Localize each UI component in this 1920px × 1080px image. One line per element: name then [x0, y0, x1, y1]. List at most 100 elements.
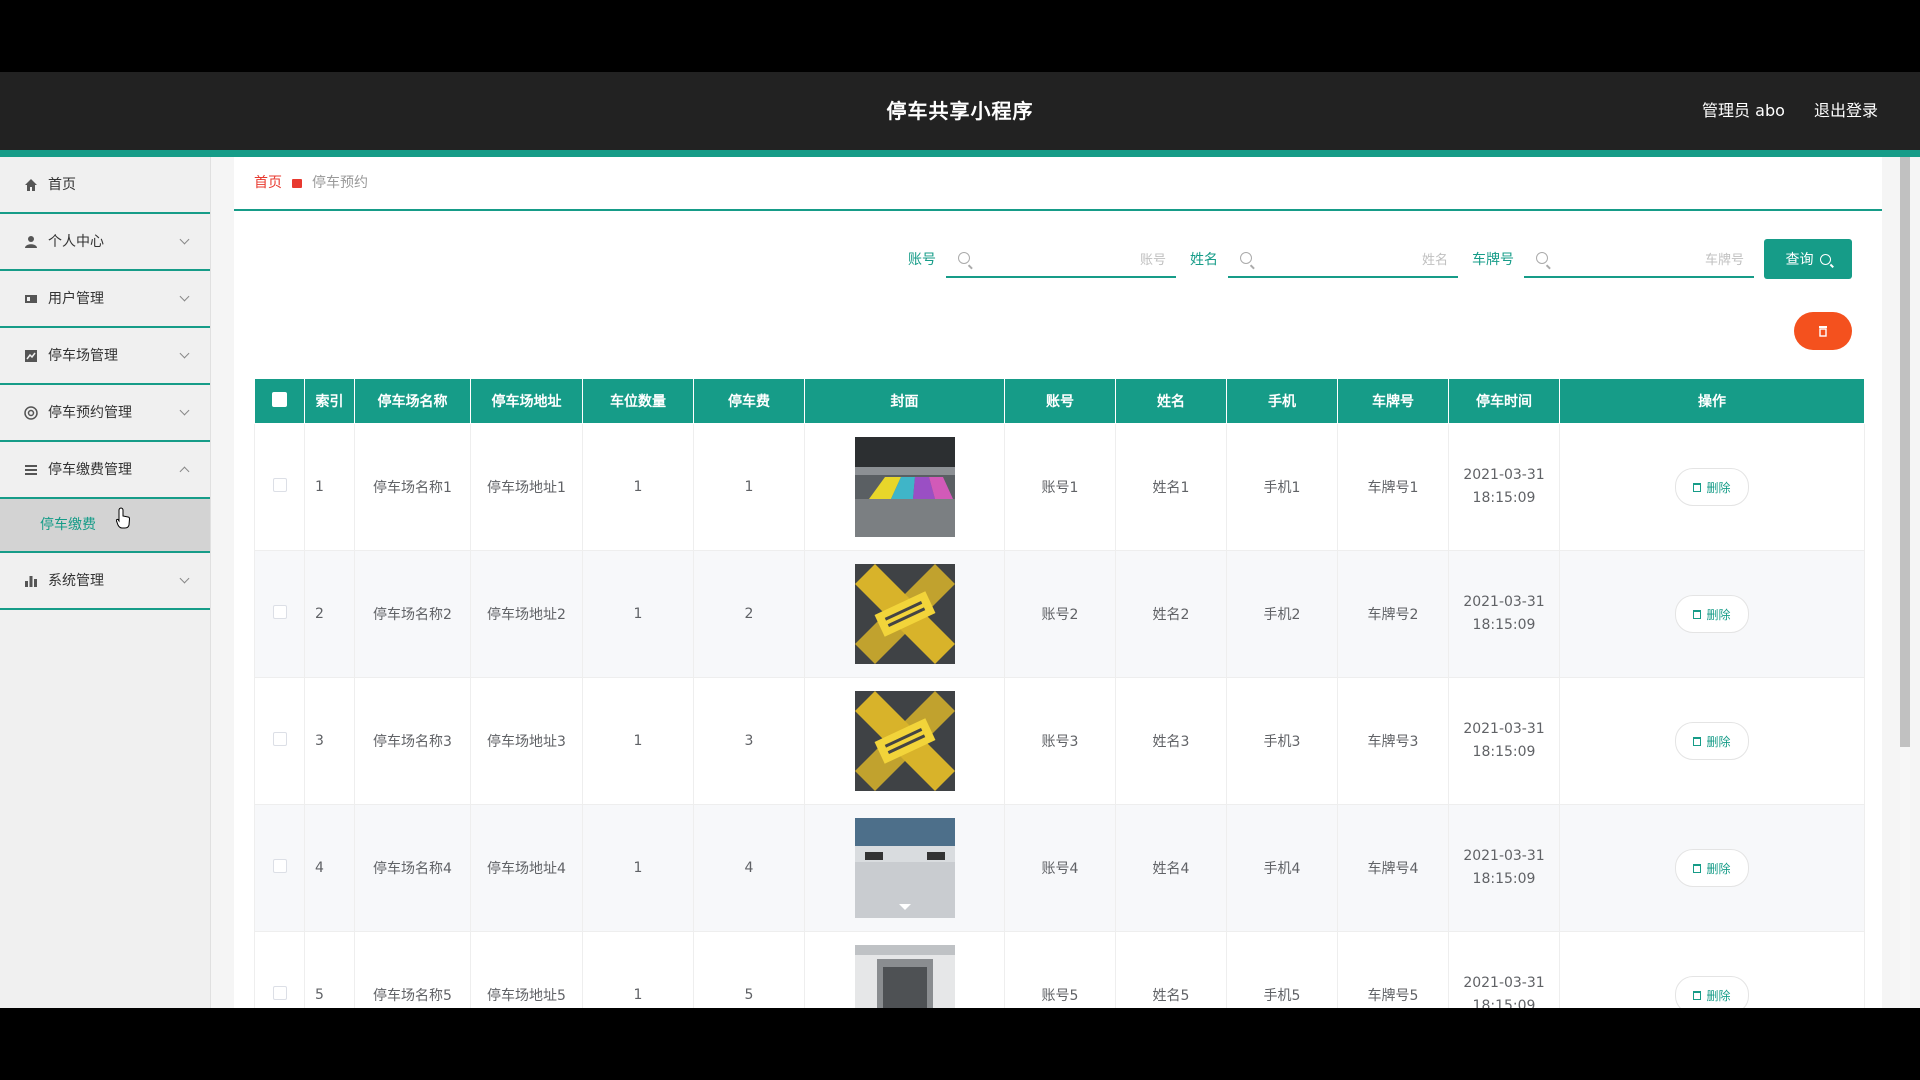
column-header: 停车时间 [1448, 378, 1560, 424]
trash-icon [1819, 326, 1827, 337]
trash-icon [1693, 609, 1702, 619]
index-cell: 2 [304, 550, 355, 678]
home-icon [24, 157, 40, 213]
row-checkbox[interactable] [272, 605, 287, 619]
name-cell: 姓名3 [1115, 677, 1227, 805]
sidebar-item-home[interactable]: 首页 [0, 157, 210, 214]
column-header: 封面 [804, 378, 1005, 424]
trash-icon [1693, 863, 1702, 873]
data-table: 索引 停车场名称 停车场地址 车位数量 停车费 封面 账号 姓名 手机 车牌号 … [254, 378, 1865, 1008]
account-cell: 账号4 [1004, 804, 1116, 932]
chevron-up-icon [179, 466, 190, 477]
plate-cell: 车牌号4 [1337, 804, 1449, 932]
sidebar-item-label: 个人中心 [48, 234, 104, 250]
cover-cell [804, 423, 1005, 551]
column-header: 车位数量 [582, 378, 694, 424]
phone-cell: 手机1 [1226, 423, 1338, 551]
parking-clock: 18:15:09 [1472, 871, 1536, 887]
row-checkbox[interactable] [272, 986, 287, 1000]
vertical-scrollbar[interactable] [1900, 157, 1910, 1008]
spaces-cell: 1 [582, 931, 694, 1008]
trash-icon [1693, 482, 1702, 492]
lot-address-cell: 停车场地址3 [470, 677, 583, 805]
breadcrumb-home-link[interactable]: 首页 [254, 175, 282, 191]
spaces-cell: 1 [582, 677, 694, 805]
sidebar: 首页 个人中心 用户管理 停车场管理 停车预约管理 停车缴费管理 停车缴费 系统… [0, 157, 211, 1008]
lot-name-cell: 停车场名称5 [354, 931, 471, 1008]
delete-button[interactable]: 删除 [1675, 849, 1749, 887]
cover-image [854, 945, 955, 1008]
sidebar-item-payment-management[interactable]: 停车缴费管理 [0, 442, 210, 499]
delete-button[interactable]: 删除 [1675, 468, 1749, 506]
top-bar: 停车共享小程序 管理员 abo 退出登录 [0, 72, 1920, 150]
row-checkbox[interactable] [272, 859, 287, 873]
sidebar-item-label: 首页 [48, 177, 76, 193]
name-cell: 姓名2 [1115, 550, 1227, 678]
search-bar: 账号 姓名 车牌号 查询 [894, 239, 1852, 279]
plate-input[interactable] [1556, 244, 1746, 274]
sidebar-item-label: 用户管理 [48, 291, 104, 307]
sidebar-item-personal-center[interactable]: 个人中心 [0, 214, 210, 271]
cover-image [854, 564, 955, 664]
sidebar-item-label: 系统管理 [48, 573, 104, 589]
sidebar-subitem-parking-payment[interactable]: 停车缴费 [0, 499, 210, 553]
column-header: 索引 [304, 378, 355, 424]
row-select-cell [254, 677, 305, 805]
index-cell: 3 [304, 677, 355, 805]
name-label: 姓名 [1190, 252, 1218, 268]
column-header: 停车场地址 [470, 378, 583, 424]
column-header: 车牌号 [1337, 378, 1449, 424]
logout-link[interactable]: 退出登录 [1814, 101, 1878, 120]
circle-icon [24, 385, 40, 441]
cover-cell [804, 550, 1005, 678]
query-button[interactable]: 查询 [1764, 239, 1852, 279]
lot-name-cell: 停车场名称3 [354, 677, 471, 805]
breadcrumb-current: 停车预约 [312, 175, 368, 191]
row-select-cell [254, 931, 305, 1008]
delete-button[interactable]: 删除 [1675, 976, 1749, 1008]
table-row: 2 停车场名称2 停车场地址2 1 2 账号2 姓名2 手机2 车牌号2 202… [254, 550, 1865, 678]
search-icon [1536, 252, 1548, 264]
lot-name-cell: 停车场名称2 [354, 550, 471, 678]
sidebar-item-system-management[interactable]: 系统管理 [0, 553, 210, 610]
delete-button-label: 删除 [1706, 861, 1731, 876]
sidebar-item-parking-lot-management[interactable]: 停车场管理 [0, 328, 210, 385]
batch-delete-button[interactable] [1794, 312, 1852, 350]
cover-cell [804, 804, 1005, 932]
sidebar-item-reservation-management[interactable]: 停车预约管理 [0, 385, 210, 442]
delete-button[interactable]: 删除 [1675, 722, 1749, 760]
delete-button[interactable]: 删除 [1675, 595, 1749, 633]
row-checkbox[interactable] [272, 478, 287, 492]
action-cell: 删除 [1559, 931, 1865, 1008]
name-cell: 姓名5 [1115, 931, 1227, 1008]
delete-button-label: 删除 [1706, 607, 1731, 622]
chevron-down-icon [179, 405, 190, 416]
spaces-cell: 1 [582, 550, 694, 678]
cover-image [854, 437, 955, 537]
chart-icon [24, 328, 40, 384]
user-icon [24, 214, 40, 270]
row-checkbox[interactable] [272, 732, 287, 746]
list-icon [24, 442, 40, 498]
action-cell: 删除 [1559, 677, 1865, 805]
sidebar-item-user-management[interactable]: 用户管理 [0, 271, 210, 328]
row-select-cell [254, 804, 305, 932]
parking-clock: 18:15:09 [1472, 744, 1536, 760]
lot-address-cell: 停车场地址5 [470, 931, 583, 1008]
name-input[interactable] [1260, 244, 1450, 274]
cover-image [854, 691, 955, 791]
trash-icon [1693, 990, 1702, 1000]
select-all-checkbox[interactable] [272, 391, 287, 407]
plate-cell: 车牌号5 [1337, 931, 1449, 1008]
account-cell: 账号2 [1004, 550, 1116, 678]
account-input[interactable] [978, 244, 1168, 274]
account-cell: 账号5 [1004, 931, 1116, 1008]
spaces-cell: 1 [582, 804, 694, 932]
name-cell: 姓名4 [1115, 804, 1227, 932]
sidebar-item-label: 停车预约管理 [48, 405, 132, 421]
chevron-down-icon [179, 291, 190, 302]
index-cell: 5 [304, 931, 355, 1008]
chevron-down-icon [179, 573, 190, 584]
scrollbar-thumb[interactable] [1900, 157, 1910, 747]
parking-date: 2021-03-31 [1463, 721, 1545, 737]
